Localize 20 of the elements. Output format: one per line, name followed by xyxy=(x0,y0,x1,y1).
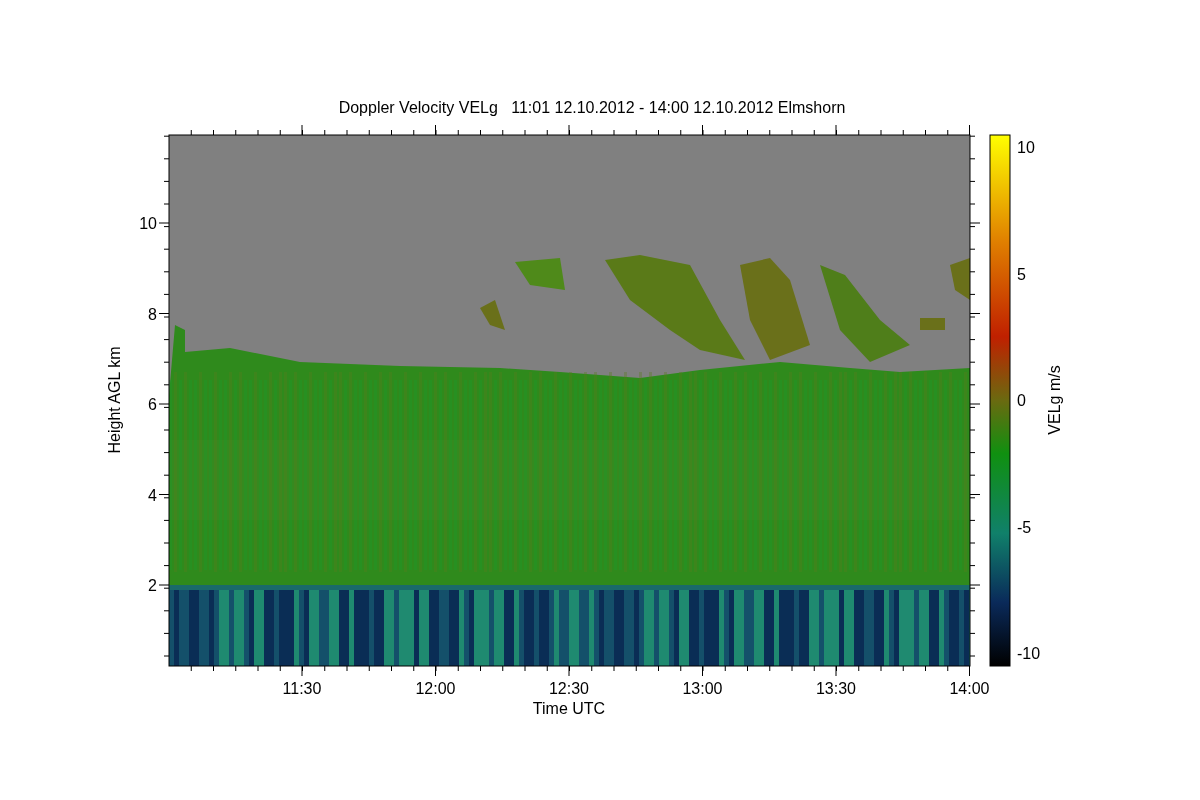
colorbar-tick-label: 0 xyxy=(1017,392,1026,409)
x-tick-label: 12:00 xyxy=(415,680,456,697)
x-tick-label: 11:30 xyxy=(282,680,322,697)
x-tick-label: 13:30 xyxy=(816,680,856,697)
colorbar-tick-label: -10 xyxy=(1017,645,1041,662)
chart-title: Doppler Velocity VELg 11:01 12.10.2012 - 14:00 12.10.2012 Elmshorn xyxy=(338,99,846,116)
y-tick-label: 2 xyxy=(148,577,157,594)
x-tick-label: 13:00 xyxy=(682,680,723,697)
colorbar-tick-label: 5 xyxy=(1017,265,1026,283)
y-tick-label: 6 xyxy=(148,396,157,413)
colorbar-tick-label: -5 xyxy=(1017,518,1032,536)
colorbar-label: VELg m/s xyxy=(1046,365,1063,435)
y-tick-label: 10 xyxy=(139,215,157,232)
x-tick-label: 12:30 xyxy=(549,680,589,697)
colorbar-tick-label: 10 xyxy=(1017,139,1035,156)
x-axis-label: Time UTC xyxy=(532,700,606,717)
y-axis-label: Height AGL km xyxy=(106,346,123,454)
y-tick-label: 8 xyxy=(148,305,157,323)
y-tick-label: 4 xyxy=(148,486,157,504)
x-tick-label: 14:00 xyxy=(949,680,990,697)
